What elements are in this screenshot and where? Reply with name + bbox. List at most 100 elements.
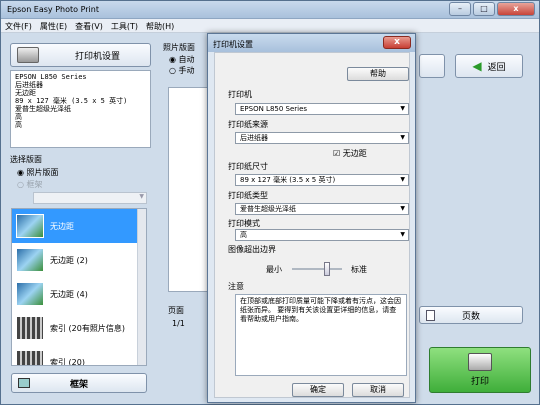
dialog-title-bar: 打印机设置 x bbox=[208, 34, 415, 52]
radio-frame-label: 框架 bbox=[26, 180, 43, 189]
printer-label: 打印机 bbox=[228, 90, 252, 99]
layout-label: 无边距 bbox=[50, 221, 74, 231]
radio-photo-label: 照片版面 bbox=[26, 168, 59, 177]
source-select[interactable]: 后进纸器 ▼ bbox=[235, 132, 409, 144]
source-label: 打印纸来源 bbox=[228, 120, 268, 129]
title-bar: Epson Easy Photo Print – □ x bbox=[1, 1, 539, 19]
info-printer: EPSON L850 Series bbox=[15, 73, 87, 81]
back-button-label: 返回 bbox=[487, 62, 506, 73]
list-item[interactable]: 无边距 (4) bbox=[12, 277, 146, 311]
min-label: 最小 bbox=[266, 265, 282, 274]
mode-label: 打印模式 bbox=[228, 219, 260, 228]
help-button[interactable]: 帮助 bbox=[347, 67, 409, 81]
radio-photo-layout[interactable]: ◉ 照片版面 bbox=[17, 167, 59, 178]
layout-thumbnail bbox=[16, 214, 44, 238]
menu-help[interactable]: 帮助(H) bbox=[142, 19, 178, 34]
borderless-label: 无边距 bbox=[342, 149, 367, 158]
layout-label: 索引 (20) bbox=[50, 357, 85, 366]
size-label: 打印纸尺寸 bbox=[228, 162, 268, 171]
frame-button[interactable]: 框架 bbox=[11, 373, 147, 393]
layout-label: 索引 (20有照片信息) bbox=[50, 323, 125, 333]
printer-icon bbox=[468, 353, 492, 371]
maximize-button[interactable]: □ bbox=[473, 2, 495, 16]
menu-properties[interactable]: 属性(E) bbox=[36, 19, 71, 34]
layout-list: 无边距 无边距 (2) 无边距 (4) 索引 (20有照片信息) 索引 (20) bbox=[11, 208, 147, 366]
radio-auto-label: 自动 bbox=[178, 55, 195, 64]
right-blank-button[interactable] bbox=[419, 54, 445, 78]
layout-thumbnail bbox=[16, 248, 44, 272]
printer-settings-dialog: 打印机设置 x 帮助 打印机 EPSON L850 Series ▼ 打印纸来源 … bbox=[207, 33, 416, 403]
photo-layout-label: 照片版面 bbox=[163, 43, 195, 52]
page-value: 1/1 bbox=[172, 319, 185, 328]
chevron-down-icon: ▼ bbox=[400, 205, 405, 212]
size-select-value: 89 x 127 毫米 (3.5 x 5 英寸) bbox=[240, 176, 336, 184]
expansion-label: 图像超出边界 bbox=[228, 245, 276, 254]
menu-view[interactable]: 查看(V) bbox=[71, 19, 107, 34]
print-button[interactable]: 打印 bbox=[429, 347, 531, 393]
back-button[interactable]: ◀ 返回 bbox=[455, 54, 523, 78]
borderless-checkbox[interactable]: ☑ 无边距 bbox=[333, 148, 367, 159]
info-source: 后进纸器 bbox=[15, 81, 43, 89]
radio-auto[interactable]: ◉ 自动 bbox=[169, 54, 195, 65]
ok-button[interactable]: 确定 bbox=[292, 383, 344, 397]
chevron-down-icon: ▼ bbox=[400, 134, 405, 141]
layout-section-label: 选择版面 bbox=[10, 155, 42, 164]
menu-file[interactable]: 文件(F) bbox=[1, 19, 36, 34]
dialog-close-button[interactable]: x bbox=[383, 36, 411, 49]
mode-select[interactable]: 高 ▼ bbox=[235, 229, 409, 241]
minimize-button[interactable]: – bbox=[449, 2, 471, 16]
pages-button[interactable]: 页数 bbox=[419, 306, 523, 324]
page-icon bbox=[426, 310, 435, 321]
size-select[interactable]: 89 x 127 毫米 (3.5 x 5 英寸) ▼ bbox=[235, 174, 409, 186]
radio-frame[interactable]: ○ 框架 bbox=[17, 179, 43, 190]
type-select-value: 爱普生超级光泽纸 bbox=[240, 205, 296, 213]
info-size: 89 x 127 毫米 (3.5 x 5 英寸) bbox=[15, 97, 128, 105]
printer-info-box: EPSON L850 Series 后进纸器 无边距 89 x 127 毫米 (… bbox=[10, 70, 151, 148]
printer-settings-label: 打印机设置 bbox=[74, 51, 120, 62]
app-title: Epson Easy Photo Print bbox=[7, 5, 99, 14]
std-label: 标准 bbox=[351, 265, 367, 274]
list-item[interactable]: 索引 (20有照片信息) bbox=[12, 311, 146, 345]
info-borderless: 无边距 bbox=[15, 89, 36, 97]
list-item[interactable]: 无边距 bbox=[12, 209, 146, 243]
expansion-slider-track[interactable] bbox=[292, 262, 342, 276]
type-label: 打印纸类型 bbox=[228, 191, 268, 200]
frame-dropdown[interactable]: ▼ bbox=[33, 192, 147, 204]
frame-icon bbox=[18, 378, 30, 388]
dialog-title: 打印机设置 bbox=[213, 40, 253, 49]
menu-bar: 文件(F) 属性(E) 查看(V) 工具(T) 帮助(H) bbox=[1, 19, 539, 33]
note-label: 注意 bbox=[228, 282, 244, 291]
printer-select[interactable]: EPSON L850 Series ▼ bbox=[235, 103, 409, 115]
layout-thumbnail bbox=[16, 350, 44, 365]
printer-settings-button[interactable]: 打印机设置 bbox=[10, 43, 151, 67]
type-select[interactable]: 爱普生超级光泽纸 ▼ bbox=[235, 203, 409, 215]
chevron-down-icon: ▼ bbox=[400, 231, 405, 238]
frame-button-label: 框架 bbox=[69, 379, 88, 390]
chevron-down-icon: ▼ bbox=[139, 193, 144, 200]
cancel-button[interactable]: 取消 bbox=[352, 383, 404, 397]
dialog-body: 帮助 打印机 EPSON L850 Series ▼ 打印纸来源 后进纸器 ▼ ☑ … bbox=[214, 52, 410, 398]
close-button[interactable]: x bbox=[497, 2, 535, 16]
arrow-left-icon: ◀ bbox=[472, 59, 482, 73]
printer-icon bbox=[17, 47, 39, 63]
layout-list-scrollbar[interactable] bbox=[137, 209, 146, 365]
info-quality: 高 bbox=[15, 113, 22, 121]
page-label: 页面 bbox=[168, 306, 184, 315]
note-text: 在顶部或底部打印质量可能下降或着有污点，这会因纸张而异。 要得到有关该设置更详细… bbox=[235, 294, 407, 376]
radio-manual[interactable]: ○ 手动 bbox=[169, 65, 195, 76]
radio-manual-label: 手动 bbox=[178, 66, 195, 75]
layout-label: 无边距 (4) bbox=[50, 289, 88, 299]
source-select-value: 后进纸器 bbox=[240, 134, 268, 142]
printer-select-value: EPSON L850 Series bbox=[240, 105, 308, 113]
pages-button-label: 页数 bbox=[461, 311, 480, 322]
list-item[interactable]: 索引 (20) bbox=[12, 345, 146, 366]
expansion-slider-thumb[interactable] bbox=[324, 262, 330, 276]
info-quality-2: 高 bbox=[15, 121, 22, 129]
layout-label: 无边距 (2) bbox=[50, 255, 88, 265]
list-item[interactable]: 无边距 (2) bbox=[12, 243, 146, 277]
menu-tools[interactable]: 工具(T) bbox=[107, 19, 142, 34]
layout-thumbnail bbox=[16, 316, 44, 340]
mode-select-value: 高 bbox=[240, 231, 247, 239]
print-button-label: 打印 bbox=[470, 377, 489, 387]
info-type: 爱普生超级光泽纸 bbox=[15, 105, 71, 113]
